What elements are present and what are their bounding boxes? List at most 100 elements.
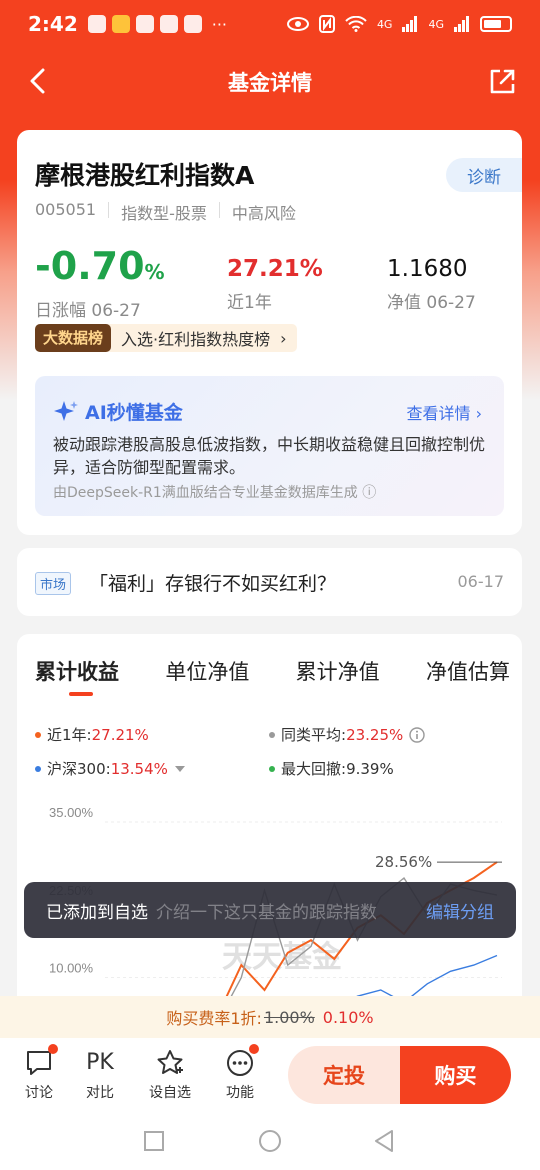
add-watchlist-button[interactable]: 设自选 (141, 1048, 199, 1102)
notification-badge (48, 1044, 58, 1054)
page-title: 基金详情 (228, 71, 312, 95)
back-triangle-icon[interactable] (372, 1129, 396, 1153)
toast-notification: 已添加到自选 介绍一下这只基金的跟踪指数 编辑分组 (24, 882, 516, 938)
pk-icon: PK (86, 1050, 114, 1075)
legend-peer-value: 23.25% (346, 725, 404, 744)
fund-summary-card: 摩根港股红利指数A 诊断 005051 指数型-股票 中高风险 -0.70% 日… (17, 130, 522, 535)
eye-icon (286, 17, 309, 31)
fund-risk: 中高风险 (231, 204, 296, 223)
nfc-icon (318, 15, 335, 33)
fee-bar: 购买费率1折: 1.00% 0.10% (0, 996, 540, 1038)
ai-summary-box[interactable]: AI秒懂基金 查看详情 › 被动跟踪港股高股息低波指数，中长期收益稳健且回撤控制… (35, 376, 504, 516)
legend-hs300-value: 13.54% (110, 759, 168, 778)
more-notifications-icon: ··· (211, 14, 228, 34)
bottom-action-bar: 讨论 PK 对比 设自选 功能 定投 购买 (0, 1038, 540, 1114)
tab-nav-estimate[interactable]: 净值估算 (426, 656, 510, 686)
watch-label: 设自选 (149, 1085, 191, 1101)
legend-year-value: 27.21% (91, 725, 149, 744)
legend-hs300-label: 沪深300: (47, 760, 111, 778)
nav-stat: 1.1680 净值 06-27 (387, 254, 476, 313)
legend-year: 近1年: 27.21% (35, 724, 149, 745)
divider (218, 202, 220, 218)
legend-peer-label: 同类平均: (281, 726, 347, 744)
legend-hs300[interactable]: 沪深300: 13.54% (35, 758, 186, 779)
info-icon[interactable] (409, 726, 425, 743)
legend-drawdown: 最大回撤: 9.39% (269, 758, 394, 779)
divider (108, 202, 110, 218)
discuss-label: 讨论 (25, 1085, 53, 1101)
chart-tabs: 累计收益 单位净值 累计净值 净值估算 (35, 656, 510, 686)
meituan-app-icon (111, 15, 130, 33)
edit-group-button[interactable]: 编辑分组 (426, 898, 494, 923)
signal-1-label: 4G (376, 17, 393, 31)
signal-1-icon (402, 16, 418, 32)
fee-label: 购买费率1折: (166, 1009, 262, 1028)
y-tick-label: 10.00% (49, 961, 94, 976)
message-app-icon (87, 15, 106, 33)
big-data-rank-tag: 大数据榜 (35, 324, 112, 352)
notification-badge (249, 1044, 259, 1054)
notification-icons: ··· (87, 14, 228, 34)
ai-view-details-link[interactable]: 查看详情 › (407, 400, 483, 424)
daily-change-value: -0.70 (35, 244, 145, 288)
legend-dot (269, 731, 275, 738)
share-icon[interactable] (488, 68, 516, 96)
fund-name: 摩根港股红利指数A (35, 161, 255, 190)
legend-dot (269, 765, 275, 772)
legend-peer: 同类平均: 23.25% (269, 724, 425, 745)
nav-value: 1.1680 (387, 256, 468, 282)
toast-text: 已添加到自选 (46, 902, 148, 923)
status-bar: 2:42 ··· 4G 4G (0, 0, 540, 48)
system-nav-bar (0, 1114, 540, 1170)
functions-button[interactable]: 功能 (211, 1044, 269, 1102)
market-news-title: 「福利」存银行不如买红利？ (89, 573, 337, 595)
year-return-label: 近1年 (227, 293, 272, 313)
fund-meta: 005051 指数型-股票 中高风险 (35, 200, 296, 224)
compare-label: 对比 (86, 1085, 114, 1101)
signal-2-icon (454, 16, 469, 32)
nav-label: 净值 06-27 (387, 293, 476, 313)
legend-dot (35, 731, 41, 738)
year-return-stat: 27.21% 近1年 (227, 254, 323, 313)
recent-apps-icon[interactable] (143, 1130, 165, 1152)
home-icon[interactable] (258, 1129, 282, 1153)
y-tick-label: 35.00% (49, 805, 94, 820)
tab-unit-nav[interactable]: 单位净值 (165, 656, 249, 686)
tab-cumulative-nav[interactable]: 累计净值 (296, 656, 380, 686)
tab-cumulative-return[interactable]: 累计收益 (35, 656, 119, 686)
ai-title-row: AI秒懂基金 (53, 398, 183, 425)
back-arrow-icon[interactable] (26, 68, 52, 94)
browser-app-icon (135, 15, 154, 33)
market-news-date: 06-17 (457, 572, 505, 591)
status-time: 2:42 (28, 12, 78, 36)
more-circle-icon (225, 1044, 259, 1078)
buy-button[interactable]: 购买 (400, 1046, 511, 1104)
active-tab-indicator (69, 692, 93, 696)
annotation-label: 28.56% (375, 853, 432, 871)
legend-year-label: 近1年: (47, 726, 92, 744)
market-tag: 市场 (35, 572, 72, 595)
performance-card: 累计收益 单位净值 累计净值 净值估算 近1年: 27.21% 同类平均: 23.2… (17, 634, 522, 1054)
toast-behind-text: 介绍一下这只基金的跟踪指数 (156, 902, 376, 923)
ai-title: AI秒懂基金 (85, 402, 183, 424)
fee-new: 0.10% (322, 1007, 374, 1027)
daily-change-label: 日涨幅 06-27 (35, 301, 141, 321)
nav-bar: 基金详情 (0, 48, 540, 116)
sparkle-icon (54, 400, 78, 421)
fee-old: 1.00% (263, 1007, 315, 1027)
discuss-button[interactable]: 讨论 (10, 1044, 68, 1102)
diagnose-button[interactable]: 诊断 (446, 158, 522, 192)
market-news-card[interactable]: 市场 「福利」存银行不如买红利？ 06-17 (17, 548, 522, 616)
chevron-right-icon: › (280, 328, 287, 348)
auto-invest-button[interactable]: 定投 (288, 1046, 400, 1104)
wifi-icon (345, 16, 367, 32)
legend-drawdown-label: 最大回撤: (281, 760, 347, 778)
ranking-pill[interactable]: 大数据榜 入选·红利指数热度榜 › (35, 324, 297, 352)
ai-description: 被动跟踪港股高股息低波指数，中长期收益稳健且回撤控制优异，适合防御型配置需求。 (53, 435, 486, 477)
func-label: 功能 (226, 1085, 254, 1101)
compare-button[interactable]: PK 对比 (71, 1048, 129, 1102)
legend-drawdown-value: 9.39% (346, 759, 394, 778)
daily-change-unit: % (144, 260, 165, 284)
daily-change-stat: -0.70% 日涨幅 06-27 (35, 246, 165, 321)
ranking-text: 入选·红利指数热度榜 (121, 330, 271, 349)
